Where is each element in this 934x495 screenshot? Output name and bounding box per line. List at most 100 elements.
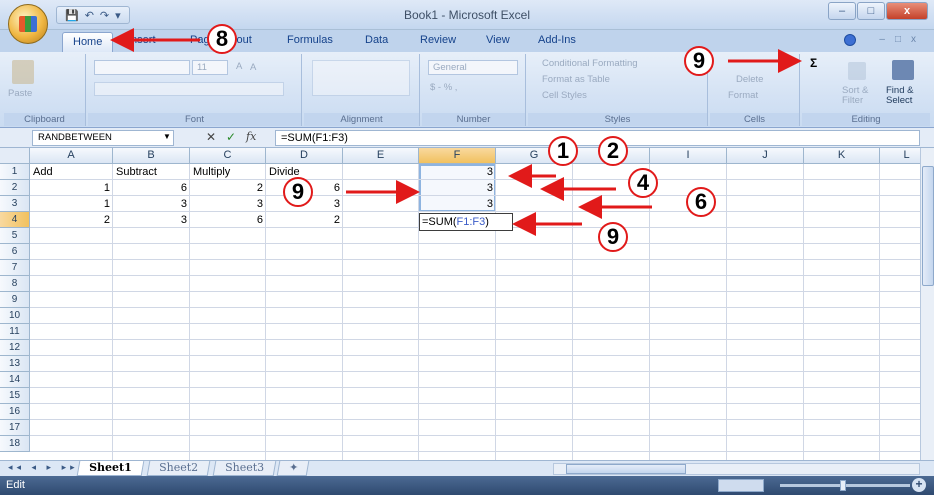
cell-c1[interactable]: Multiply [190, 164, 266, 180]
cell-d4[interactable]: 2 [266, 212, 343, 228]
cell-c4[interactable]: 6 [190, 212, 266, 228]
cell-c2[interactable]: 2 [190, 180, 266, 196]
horizontal-scrollbar[interactable] [553, 463, 920, 475]
tab-formulas[interactable]: Formulas [287, 34, 333, 46]
close-button[interactable]: x [886, 2, 928, 20]
row-header-5[interactable]: 5 [0, 228, 30, 244]
column-header-j[interactable]: J [727, 148, 804, 164]
vertical-scroll-thumb[interactable] [922, 166, 934, 286]
row-header-8[interactable]: 8 [0, 276, 30, 292]
shrink-font-icon[interactable]: A [250, 62, 256, 73]
row-header-2[interactable]: 2 [0, 180, 30, 196]
find-select-label[interactable]: Find & Select [886, 86, 926, 106]
select-all-corner[interactable] [0, 148, 30, 164]
cell-f1[interactable]: 3 [419, 164, 496, 180]
tab-view[interactable]: View [486, 34, 510, 46]
cell-b4[interactable]: 3 [113, 212, 190, 228]
find-icon[interactable] [892, 60, 914, 80]
delete-button[interactable]: Delete [736, 74, 763, 85]
tab-data[interactable]: Data [365, 34, 388, 46]
cell-styles-button[interactable]: Cell Styles [542, 90, 587, 101]
column-header-e[interactable]: E [343, 148, 419, 164]
tab-review[interactable]: Review [420, 34, 456, 46]
name-box-dropdown-icon[interactable]: ▼ [163, 132, 171, 141]
vertical-scrollbar[interactable] [920, 148, 934, 460]
row-header-14[interactable]: 14 [0, 372, 30, 388]
cell-a3[interactable]: 1 [30, 196, 113, 212]
active-edit-cell[interactable]: =SUM(F1:F3) [419, 213, 513, 231]
alignment-buttons[interactable] [312, 60, 410, 96]
maximize-button[interactable]: □ [857, 2, 885, 20]
row-header-7[interactable]: 7 [0, 260, 30, 276]
grow-font-icon[interactable]: A [236, 61, 242, 72]
currency-buttons[interactable]: $ - % , [430, 82, 457, 93]
cell-a4[interactable]: 2 [30, 212, 113, 228]
zoom-knob[interactable] [840, 480, 846, 491]
insert-function-icon[interactable]: fx [246, 130, 256, 143]
conditional-formatting-button[interactable]: Conditional Formatting [542, 58, 638, 69]
column-header-c[interactable]: C [190, 148, 266, 164]
row-header-18[interactable]: 18 [0, 436, 30, 452]
name-box[interactable]: RANDBETWEEN [32, 130, 174, 146]
row-header-15[interactable]: 15 [0, 388, 30, 404]
cell-f3[interactable]: 3 [419, 196, 496, 212]
row-header-9[interactable]: 9 [0, 292, 30, 308]
sheet-tab-sheet2[interactable]: Sheet2 [146, 461, 211, 476]
tab-add-ins[interactable]: Add-Ins [538, 34, 576, 46]
enter-icon[interactable]: ✓ [226, 130, 236, 144]
row-header-3[interactable]: 3 [0, 196, 30, 212]
office-button[interactable] [8, 4, 48, 44]
grid-line [30, 259, 934, 260]
font-format-buttons[interactable] [94, 82, 284, 96]
paste-label[interactable]: Paste [8, 88, 32, 99]
cell-b2[interactable]: 6 [113, 180, 190, 196]
row-header-10[interactable]: 10 [0, 308, 30, 324]
minimize-button[interactable]: – [828, 2, 856, 20]
column-header-k[interactable]: K [804, 148, 880, 164]
sort-filter-label[interactable]: Sort & Filter [842, 86, 878, 106]
font-name-box[interactable] [94, 60, 190, 75]
autosum-icon[interactable]: Σ [810, 56, 817, 70]
format-as-table-button[interactable]: Format as Table [542, 74, 610, 85]
column-header-i[interactable]: I [650, 148, 727, 164]
cancel-icon[interactable]: ✕ [206, 130, 216, 144]
grid-line [30, 291, 934, 292]
cell-b3[interactable]: 3 [113, 196, 190, 212]
paste-icon[interactable] [12, 60, 34, 84]
tab-insert[interactable]: Insert [128, 34, 156, 46]
row-header-16[interactable]: 16 [0, 404, 30, 420]
zoom-in-button[interactable]: + [912, 478, 926, 492]
column-header-f[interactable]: F [419, 148, 496, 164]
sort-filter-icon[interactable] [848, 62, 866, 80]
column-header-b[interactable]: B [113, 148, 190, 164]
cell-c3[interactable]: 3 [190, 196, 266, 212]
view-buttons[interactable] [718, 479, 764, 492]
cell-a1[interactable]: Add [30, 164, 113, 180]
sheet-nav-buttons[interactable]: ◂◂ ◂ ▸ ▸▸ [8, 462, 79, 473]
column-header-d[interactable]: D [266, 148, 343, 164]
sheet-tab-sheet1[interactable]: Sheet1 [76, 461, 145, 476]
sheet-tab-sheet3[interactable]: Sheet3 [212, 461, 277, 476]
row-header-13[interactable]: 13 [0, 356, 30, 372]
column-header-a[interactable]: A [30, 148, 113, 164]
worksheet-grid[interactable]: =SUM(F1:F3) ABCDEFGHIJKL1234567891011121… [0, 148, 934, 460]
row-header-12[interactable]: 12 [0, 340, 30, 356]
row-header-17[interactable]: 17 [0, 420, 30, 436]
row-header-1[interactable]: 1 [0, 164, 30, 180]
number-format-box[interactable]: General [428, 60, 518, 75]
row-header-4[interactable]: 4 [0, 212, 30, 228]
cell-b1[interactable]: Subtract [113, 164, 190, 180]
cell-f2[interactable]: 3 [419, 180, 496, 196]
help-icon[interactable] [844, 34, 856, 46]
cell-a2[interactable]: 1 [30, 180, 113, 196]
insert-sheet-tab[interactable]: ✦ [276, 461, 310, 476]
horizontal-scroll-thumb[interactable] [566, 464, 686, 474]
zoom-slider[interactable] [780, 480, 910, 491]
font-size-box[interactable]: 11 [192, 60, 228, 75]
row-header-11[interactable]: 11 [0, 324, 30, 340]
formula-input[interactable]: =SUM(F1:F3) [275, 130, 920, 146]
clipboard-label: Clipboard [4, 113, 85, 126]
tab-home[interactable]: Home [62, 32, 114, 52]
format-button[interactable]: Format [728, 90, 758, 101]
row-header-6[interactable]: 6 [0, 244, 30, 260]
